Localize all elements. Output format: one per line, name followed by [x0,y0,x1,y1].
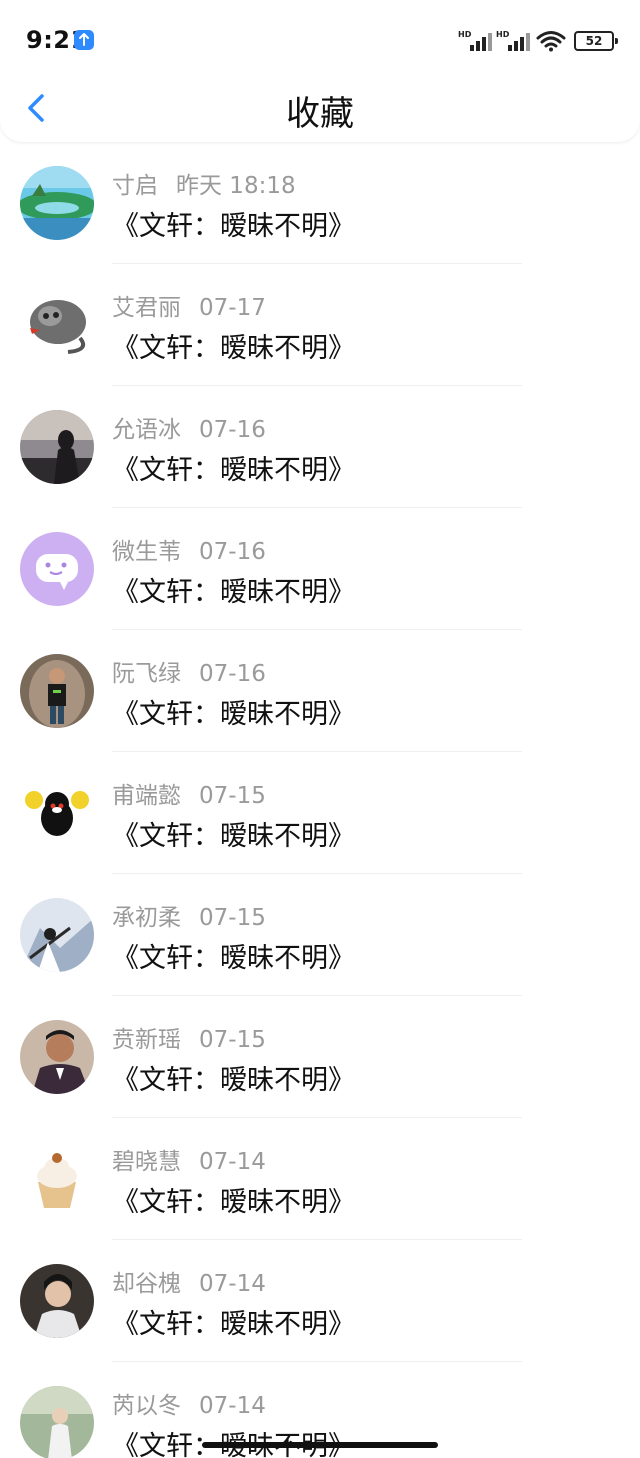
outdoor-figure-avatar [20,1386,94,1458]
item-date: 昨天 18:18 [176,173,296,199]
item-date: 07-17 [199,295,266,321]
item-meta: 甫端懿 07-15 [112,776,266,810]
battery-icon: 52 [574,31,618,51]
sender-name: 碧晓慧 [112,1149,181,1175]
list-item[interactable]: 碧晓慧 07-14 《文轩：暧昧不明》 [0,1118,640,1240]
svg-text:HD: HD [496,30,510,39]
cupcake-avatar [20,1142,94,1216]
sender-name: 却谷槐 [112,1271,181,1297]
item-date: 07-15 [199,1027,266,1053]
sender-name: 甫端懿 [112,783,181,809]
item-meta: 碧晓慧 07-14 [112,1142,266,1176]
item-message: 《文轩：暧昧不明》 [112,943,355,974]
item-meta: 芮以冬 07-14 [112,1386,266,1420]
list-item[interactable]: 允语冰 07-16 《文轩：暧昧不明》 [0,386,640,508]
upload-notification-icon [74,30,94,50]
item-message: 《文轩：暧昧不明》 [112,211,355,242]
item-date: 07-14 [199,1149,266,1175]
costume-man-avatar [20,1264,94,1338]
item-meta: 贲新瑶 07-15 [112,1020,266,1054]
status-icons: HD HD 52 [458,28,618,54]
kumamon-bear-avatar [20,776,94,850]
item-message: 《文轩：暧昧不明》 [112,1187,355,1218]
cat-sketch-avatar [20,288,94,362]
girl-sunset-avatar [20,410,94,484]
sender-name: 微生苇 [112,539,181,565]
item-message: 《文轩：暧昧不明》 [112,1065,355,1096]
svg-text:HD: HD [458,30,472,39]
list-item[interactable]: 阮飞绿 07-16 《文轩：暧昧不明》 [0,630,640,752]
status-bar: 9:21 HD HD 52 [0,0,640,80]
sender-name: 允语冰 [112,417,181,443]
item-date: 07-15 [199,783,266,809]
item-message: 《文轩：暧昧不明》 [112,699,355,730]
list-item[interactable]: 贲新瑶 07-15 《文轩：暧昧不明》 [0,996,640,1118]
favorites-list: 寸启 昨天 18:18 《文轩：暧昧不明》 艾君丽 07-17 《文轩：暧昧不明… [0,142,640,1458]
man-suit-photo-avatar [20,1020,94,1094]
sender-name: 贲新瑶 [112,1027,181,1053]
favorites-screen: 9:21 HD HD 52 收藏 寸启 昨天 18:18 《文轩：暧昧不明》 艾… [0,0,640,1458]
list-item[interactable]: 却谷槐 07-14 《文轩：暧昧不明》 [0,1240,640,1362]
list-item[interactable]: 艾君丽 07-17 《文轩：暧昧不明》 [0,264,640,386]
item-date: 07-14 [199,1271,266,1297]
list-item[interactable]: 承初柔 07-15 《文轩：暧昧不明》 [0,874,640,996]
sender-name: 承初柔 [112,905,181,931]
item-meta: 微生苇 07-16 [112,532,266,566]
landscape-island-avatar [20,166,94,240]
list-item[interactable]: 微生苇 07-16 《文轩：暧昧不明》 [0,508,640,630]
item-message: 《文轩：暧昧不明》 [112,821,355,852]
item-date: 07-15 [199,905,266,931]
item-message: 《文轩：暧昧不明》 [112,1309,355,1340]
list-item[interactable]: 甫端懿 07-15 《文轩：暧昧不明》 [0,752,640,874]
sender-name: 寸启 [112,173,158,199]
item-message: 《文轩：暧昧不明》 [112,455,355,486]
item-meta: 寸启 昨天 18:18 [112,166,296,200]
sender-name: 艾君丽 [112,295,181,321]
item-message: 《文轩：暧昧不明》 [112,577,355,608]
item-meta: 艾君丽 07-17 [112,288,266,322]
signal-hd-icon: HD [458,30,492,51]
nav-bar: 收藏 [0,80,640,138]
sender-name: 芮以冬 [112,1393,181,1419]
sender-name: 阮飞绿 [112,661,181,687]
man-cave-photo-avatar [20,654,94,728]
item-message: 《文轩：暧昧不明》 [112,1431,355,1458]
list-item[interactable]: 寸启 昨天 18:18 《文轩：暧昧不明》 [0,142,640,264]
item-meta: 阮飞绿 07-16 [112,654,266,688]
purple-chat-bubble-avatar [20,532,94,606]
item-date: 07-16 [199,539,266,565]
item-date: 07-14 [199,1393,266,1419]
anime-swordsman-avatar [20,898,94,972]
item-date: 07-16 [199,417,266,443]
item-meta: 却谷槐 07-14 [112,1264,266,1298]
page-title: 收藏 [286,94,354,134]
wifi-icon [536,31,566,52]
home-indicator[interactable] [202,1442,438,1448]
item-date: 07-16 [199,661,266,687]
item-message: 《文轩：暧昧不明》 [112,333,355,364]
signal-hd-icon-2: HD [496,30,530,51]
item-meta: 允语冰 07-16 [112,410,266,444]
header-card: 9:21 HD HD 52 收藏 [0,0,640,142]
item-meta: 承初柔 07-15 [112,898,266,932]
